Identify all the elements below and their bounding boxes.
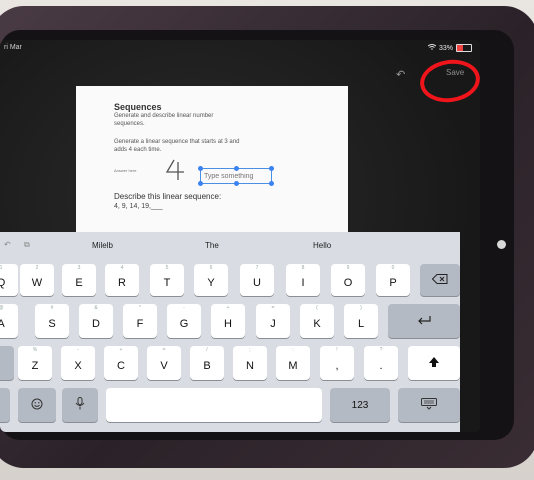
key-d[interactable]: & D bbox=[79, 304, 113, 338]
shift-icon bbox=[428, 356, 440, 371]
microphone-key[interactable] bbox=[62, 388, 98, 422]
battery-percent: 33% bbox=[438, 44, 453, 52]
shift-key[interactable] bbox=[408, 346, 460, 380]
resize-handle[interactable] bbox=[269, 166, 274, 171]
key-m[interactable]: :M bbox=[276, 346, 310, 380]
handwritten-answer bbox=[164, 158, 192, 187]
battery-icon bbox=[456, 44, 472, 52]
key-z[interactable]: % Z bbox=[18, 346, 52, 380]
key-j[interactable]: = J bbox=[256, 304, 290, 338]
key-g[interactable]: -G bbox=[167, 304, 201, 338]
doc-subtitle: Generate and describe linear number sequ… bbox=[114, 113, 214, 127]
key-i[interactable]: 8I bbox=[286, 264, 320, 296]
keyboard-hide-key[interactable] bbox=[398, 388, 460, 422]
key-h[interactable]: + H bbox=[211, 304, 245, 338]
undo-icon[interactable]: ↶ bbox=[4, 240, 11, 249]
delete-icon bbox=[431, 273, 448, 287]
answer-label: Answer here bbox=[114, 168, 137, 173]
status-date: ri Mar bbox=[4, 44, 22, 51]
emoji-icon bbox=[31, 398, 43, 413]
sequence-text: 4, 9, 14, 19,___ bbox=[114, 203, 163, 210]
key-e[interactable]: 3E bbox=[62, 264, 96, 296]
photo-background: ri Mar 33% ↶ Save Sequences Generate and… bbox=[0, 0, 534, 480]
key-b[interactable]: / B bbox=[190, 346, 224, 380]
key-a[interactable]: @A bbox=[0, 304, 18, 338]
wifi-icon bbox=[427, 44, 437, 52]
key-c[interactable]: + C bbox=[104, 346, 138, 380]
shift-key-left[interactable] bbox=[0, 346, 14, 380]
doc-title: Sequences bbox=[114, 102, 162, 112]
key-w[interactable]: 2W bbox=[20, 264, 54, 296]
resize-handle[interactable] bbox=[198, 181, 203, 186]
camera-dot bbox=[497, 240, 506, 249]
suggestion-1[interactable]: Milelb bbox=[92, 241, 113, 250]
key-q[interactable]: 1Q bbox=[0, 264, 18, 296]
resize-handle[interactable] bbox=[269, 181, 274, 186]
undo-icon[interactable]: ↶ bbox=[396, 68, 405, 81]
key-y[interactable]: 6Y bbox=[194, 264, 228, 296]
suggestion-2[interactable]: The bbox=[205, 241, 219, 250]
text-box-input[interactable] bbox=[202, 171, 272, 181]
key-k[interactable]: (K bbox=[300, 304, 334, 338]
key-period[interactable]: ?. bbox=[364, 346, 398, 380]
return-key[interactable] bbox=[388, 304, 460, 338]
key-p[interactable]: 0P bbox=[376, 264, 410, 296]
key-v[interactable]: = V bbox=[147, 346, 181, 380]
key-n[interactable]: ; N bbox=[233, 346, 267, 380]
key-l[interactable]: ) L bbox=[344, 304, 378, 338]
question-2: Describe this linear sequence: bbox=[114, 192, 222, 201]
tablet-screen: ri Mar 33% ↶ Save Sequences Generate and… bbox=[0, 40, 480, 432]
space-bar[interactable] bbox=[106, 388, 322, 422]
status-bar-right: 33% bbox=[427, 44, 472, 52]
resize-handle[interactable] bbox=[234, 166, 239, 171]
onscreen-keyboard: ↶ ⧉ Milelb The Hello 1Q 2W 3E 4R 5T 6Y 7… bbox=[0, 232, 460, 432]
red-annotation-circle bbox=[417, 56, 480, 106]
numbers-key[interactable]: 123 bbox=[330, 388, 390, 422]
question-1: Generate a linear sequence that starts a… bbox=[114, 139, 240, 153]
emoji-key[interactable] bbox=[18, 388, 56, 422]
key-r[interactable]: 4R bbox=[105, 264, 139, 296]
clipboard-icon[interactable]: ⧉ bbox=[24, 240, 30, 250]
suggestion-3[interactable]: Hello bbox=[313, 241, 331, 250]
return-icon bbox=[416, 315, 432, 328]
key-o[interactable]: 9O bbox=[331, 264, 365, 296]
key-x[interactable]: -X bbox=[61, 346, 95, 380]
resize-handle[interactable] bbox=[198, 166, 203, 171]
key-u[interactable]: 7U bbox=[240, 264, 274, 296]
text-box[interactable] bbox=[198, 166, 274, 186]
key-s[interactable]: # S bbox=[35, 304, 69, 338]
key-t[interactable]: 5T bbox=[150, 264, 184, 296]
resize-handle[interactable] bbox=[234, 181, 239, 186]
key-comma[interactable]: !, bbox=[320, 346, 354, 380]
keyboard-hide-icon bbox=[421, 397, 437, 413]
key-f[interactable]: * F bbox=[123, 304, 157, 338]
delete-key[interactable] bbox=[420, 264, 460, 296]
globe-key[interactable] bbox=[0, 388, 10, 422]
microphone-icon bbox=[75, 397, 85, 413]
